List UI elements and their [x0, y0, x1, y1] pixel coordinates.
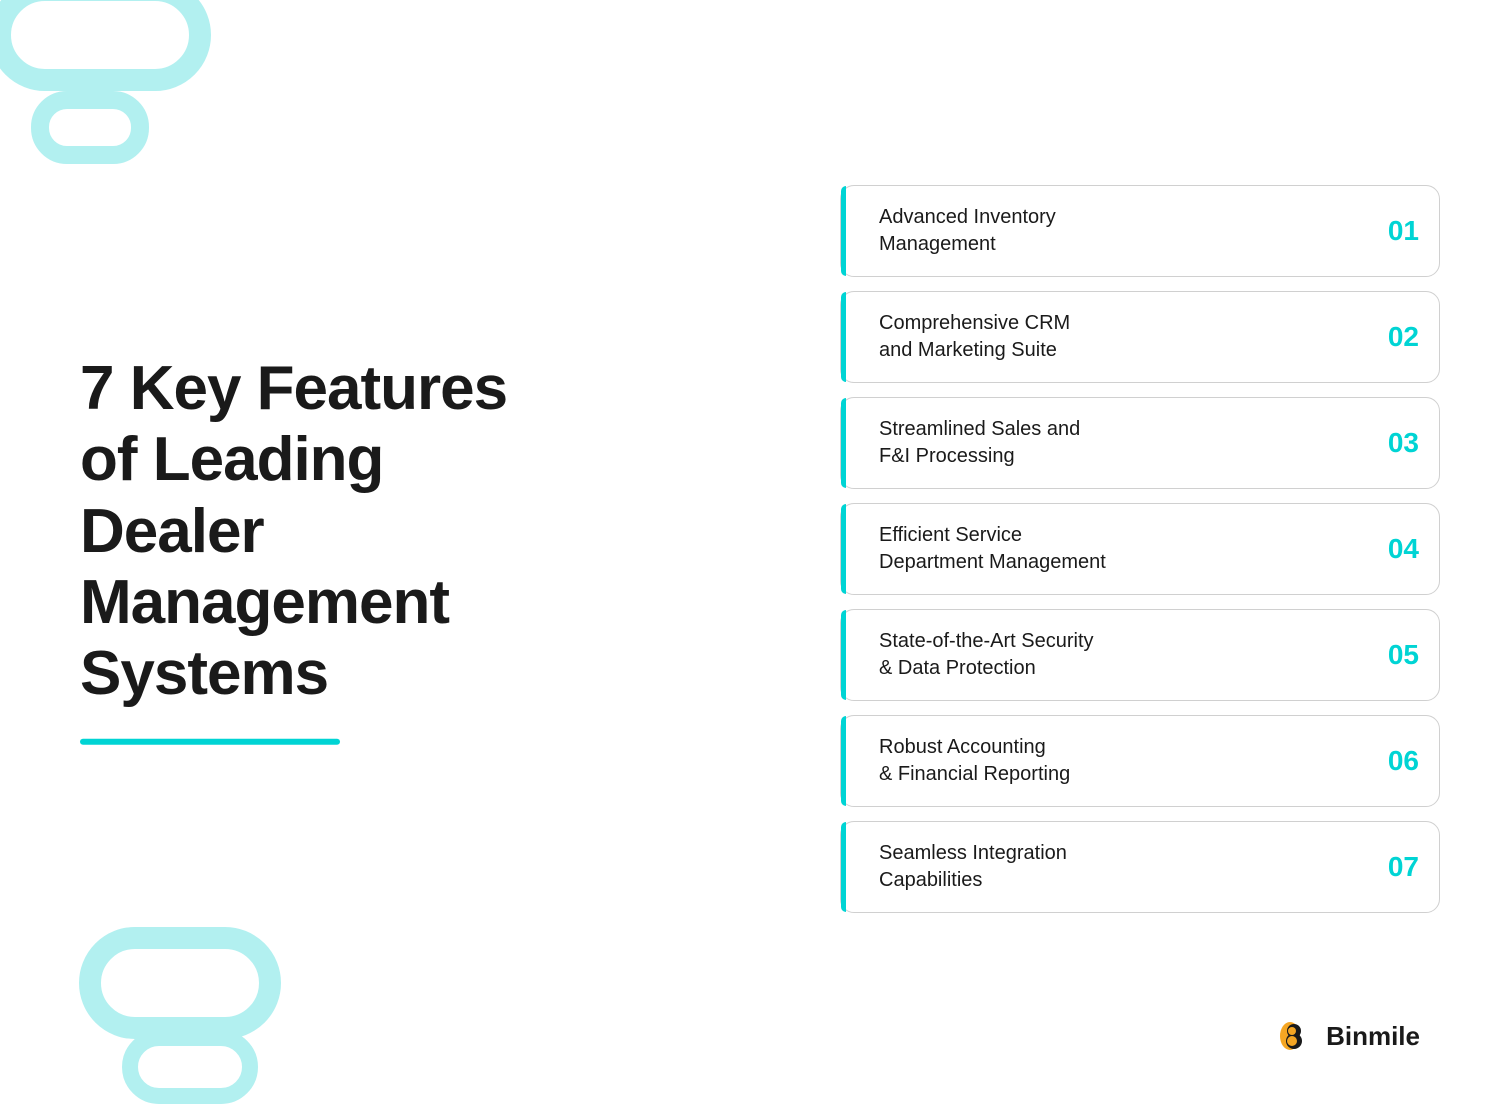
feature-number-06: 06	[1359, 745, 1419, 777]
feature-number-02: 02	[1359, 321, 1419, 353]
feature-card-07: Seamless IntegrationCapabilities07	[840, 821, 1440, 913]
feature-card-02: Comprehensive CRMand Marketing Suite02	[840, 291, 1440, 383]
feature-left-bar	[841, 398, 846, 488]
feature-number-04: 04	[1359, 533, 1419, 565]
feature-card-04: Efficient ServiceDepartment Management04	[840, 503, 1440, 595]
logo-text: Binmile	[1326, 1021, 1420, 1052]
feature-number-03: 03	[1359, 427, 1419, 459]
feature-label-06: Robust Accounting& Financial Reporting	[861, 734, 1359, 788]
feature-number-05: 05	[1359, 639, 1419, 671]
feature-label-07: Seamless IntegrationCapabilities	[861, 840, 1359, 894]
feature-left-bar	[841, 186, 846, 276]
features-list: Advanced InventoryManagement01 Comprehens…	[840, 185, 1440, 913]
feature-label-03: Streamlined Sales andF&I Processing	[861, 416, 1359, 470]
left-section: 7 Key Features of Leading Dealer Managem…	[80, 353, 560, 745]
feature-label-05: State-of-the-Art Security& Data Protecti…	[861, 628, 1359, 682]
feature-label-02: Comprehensive CRMand Marketing Suite	[861, 310, 1359, 364]
binmile-logo-icon	[1272, 1014, 1316, 1058]
feature-left-bar	[841, 716, 846, 806]
feature-label-04: Efficient ServiceDepartment Management	[861, 522, 1359, 576]
feature-card-01: Advanced InventoryManagement01	[840, 185, 1440, 277]
feature-card-03: Streamlined Sales andF&I Processing03	[840, 397, 1440, 489]
feature-number-07: 07	[1359, 851, 1419, 883]
feature-card-05: State-of-the-Art Security& Data Protecti…	[840, 609, 1440, 701]
feature-left-bar	[841, 504, 846, 594]
feature-left-bar	[841, 822, 846, 912]
feature-left-bar	[841, 292, 846, 382]
feature-left-bar	[841, 610, 846, 700]
title-underline	[80, 739, 340, 745]
feature-label-01: Advanced InventoryManagement	[861, 204, 1359, 258]
page-title: 7 Key Features of Leading Dealer Managem…	[80, 353, 560, 709]
deco-top-left	[0, 0, 300, 180]
deco-bottom-left	[60, 918, 340, 1118]
feature-number-01: 01	[1359, 215, 1419, 247]
logo-area: Binmile	[1272, 1014, 1420, 1058]
feature-card-06: Robust Accounting& Financial Reporting06	[840, 715, 1440, 807]
